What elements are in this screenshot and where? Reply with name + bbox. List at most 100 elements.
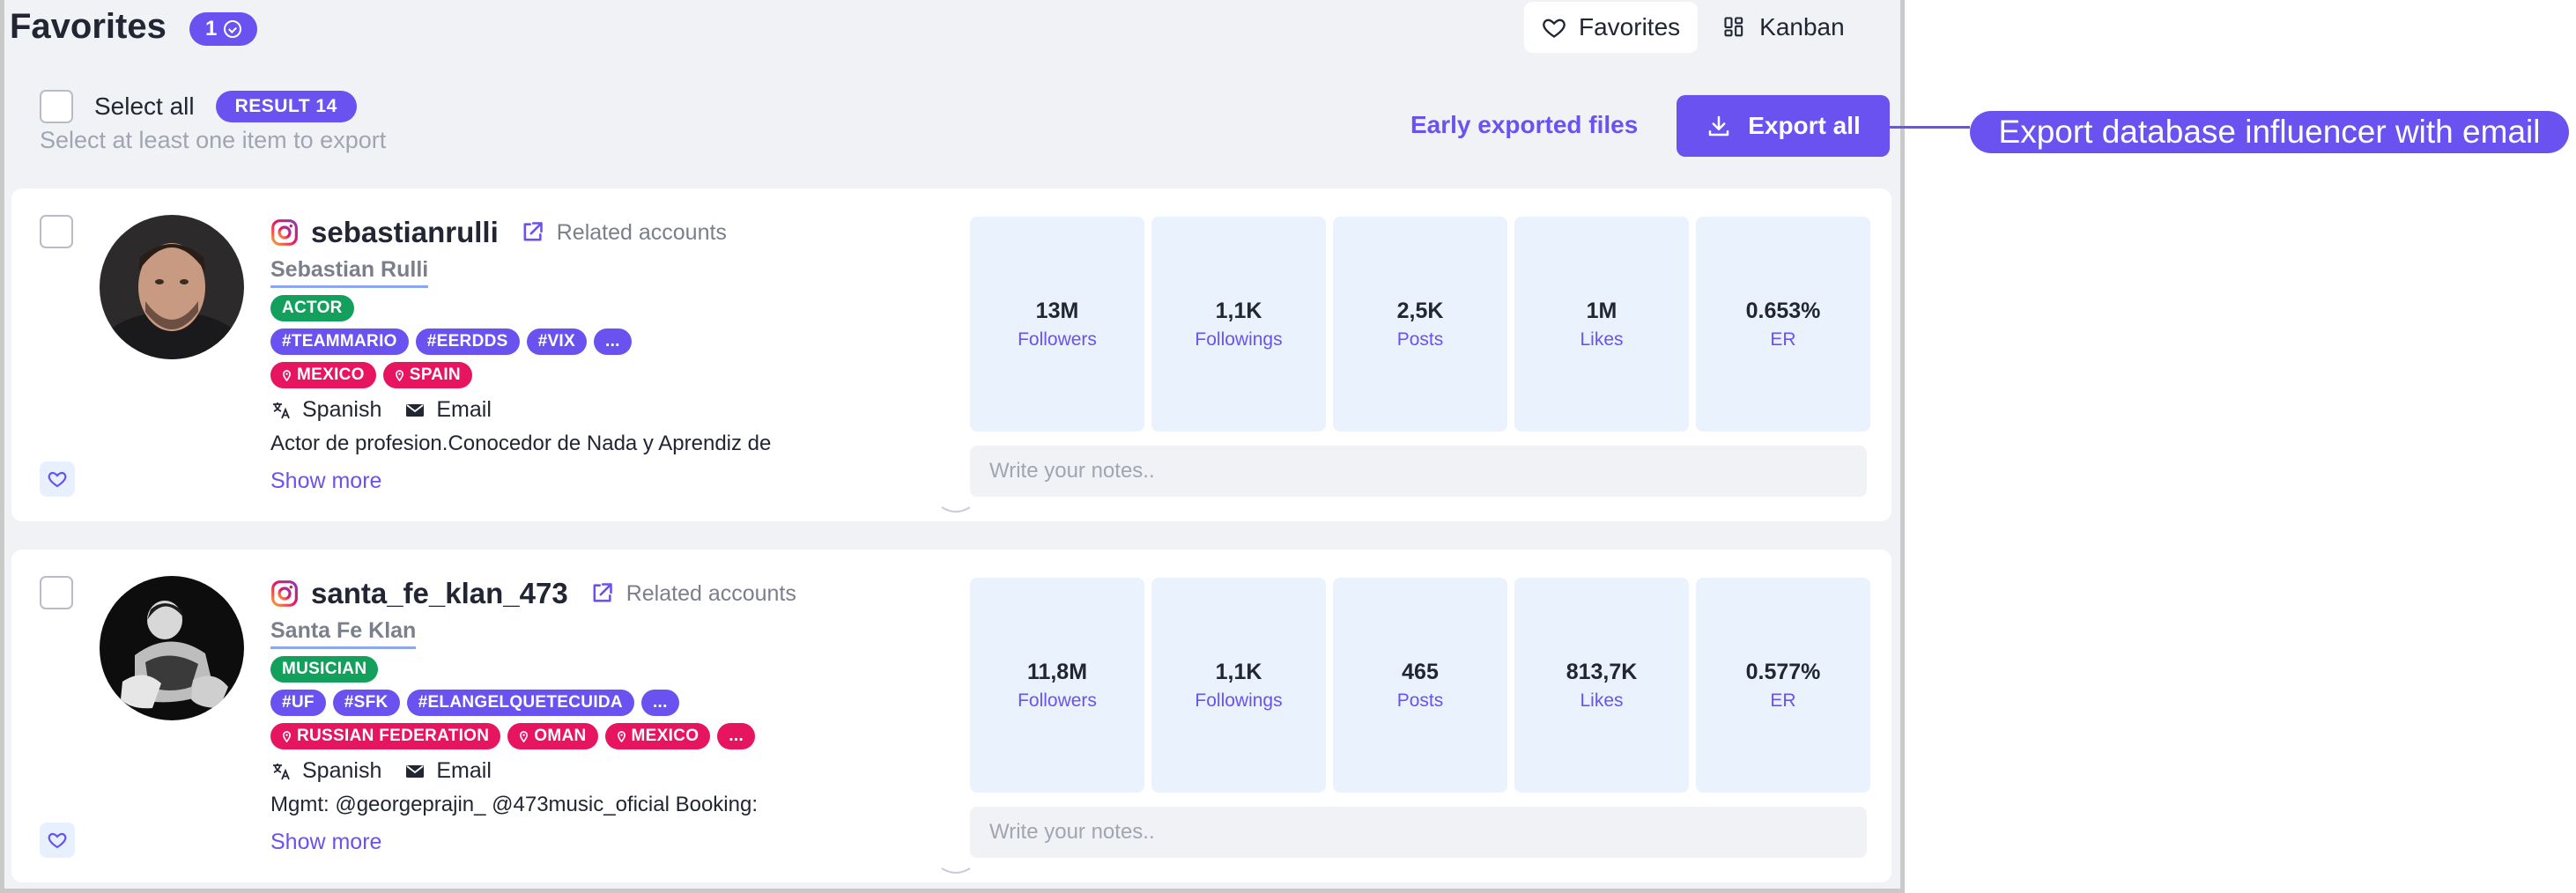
stat-value: 1,1K xyxy=(1215,298,1262,323)
select-all-checkbox[interactable] xyxy=(40,90,73,123)
stat-label: ER xyxy=(1770,690,1796,711)
location-tag: MEXICO xyxy=(270,362,376,388)
chevron-down-icon[interactable] xyxy=(938,504,973,518)
location-pin-icon xyxy=(520,730,529,742)
location-label: RUSSIAN FEDERATION xyxy=(297,727,490,745)
stat-likes: 1M Likes xyxy=(1514,217,1689,432)
bio-text: Mgmt: @georgeprajin_ @473music_oficial B… xyxy=(270,793,758,816)
callout-connector xyxy=(1885,126,1970,129)
location-label: MEXICO xyxy=(297,365,365,384)
stat-label: Followers xyxy=(1018,690,1097,711)
location-pin-icon xyxy=(617,730,625,742)
heart-icon xyxy=(48,832,67,849)
page-title: Favorites xyxy=(10,7,167,46)
category-tags: MUSICIAN xyxy=(270,656,940,683)
location-label: MEXICO xyxy=(631,727,700,745)
heart-icon xyxy=(1543,18,1566,38)
stat-er: 0.577% ER xyxy=(1696,578,1870,793)
stat-label: Followers xyxy=(1018,328,1097,350)
hashtag-tag: #UF xyxy=(270,690,326,716)
notes-input[interactable]: Write your notes.. xyxy=(970,446,1867,497)
card-checkbox[interactable] xyxy=(40,215,73,248)
location-tags: MEXICO SPAIN xyxy=(270,362,940,388)
location-tag: SPAIN xyxy=(382,362,472,388)
show-more-link[interactable]: Show more xyxy=(270,469,940,494)
kanban-icon xyxy=(1724,17,1743,37)
stat-label: Posts xyxy=(1396,690,1444,711)
email-icon xyxy=(406,764,425,778)
stat-label: Posts xyxy=(1396,328,1444,350)
card-checkbox[interactable] xyxy=(40,576,73,609)
location-label: SPAIN xyxy=(409,365,461,384)
view-switch: Favorites Kanban xyxy=(1524,2,1862,53)
stat-label: Followings xyxy=(1195,690,1283,711)
stat-label: Followings xyxy=(1195,328,1283,350)
more-hashtags-tag[interactable]: ... xyxy=(640,690,679,716)
favorites-view-button[interactable]: Favorites xyxy=(1524,2,1699,53)
stat-followings: 1,1K Followings xyxy=(1151,217,1326,432)
email-label: Email xyxy=(436,397,492,422)
select-all-label: Select all xyxy=(94,92,195,120)
notes-input[interactable]: Write your notes.. xyxy=(970,807,1867,858)
stat-followers: 13M Followers xyxy=(970,217,1144,432)
related-accounts-link[interactable]: Related accounts xyxy=(626,581,796,607)
early-exported-files-link[interactable]: Early exported files xyxy=(1410,111,1638,139)
select-all-row: Select all RESULT 14 xyxy=(40,90,357,123)
stat-value: 1M xyxy=(1586,298,1617,323)
hashtag-tag: #ELANGELQUETECUIDA xyxy=(406,690,634,716)
language-label: Spanish xyxy=(302,758,382,783)
kanban-view-button[interactable]: Kanban xyxy=(1705,2,1862,53)
more-hashtags-tag[interactable]: ... xyxy=(594,328,632,355)
export-all-button[interactable]: Export all xyxy=(1677,95,1890,157)
influencer-card: santa_fe_klan_473 Related accounts Santa… xyxy=(11,550,1891,882)
favorite-toggle[interactable] xyxy=(40,823,75,858)
avatar-image xyxy=(100,576,244,720)
stat-likes: 813,7K Likes xyxy=(1514,578,1689,793)
instagram-icon xyxy=(271,580,298,607)
stat-posts: 2,5K Posts xyxy=(1333,217,1507,432)
location-pin-icon xyxy=(283,730,291,742)
related-accounts-link[interactable]: Related accounts xyxy=(557,220,727,246)
favorites-panel: Favorites 1 Favorites Kanban Select all … xyxy=(0,0,1905,893)
username[interactable]: sebastianrulli xyxy=(311,216,499,249)
category-tags: ACTOR xyxy=(270,295,940,321)
hashtag-tag: #EERDDS xyxy=(415,328,520,355)
stat-label: Likes xyxy=(1580,328,1624,350)
username[interactable]: santa_fe_klan_473 xyxy=(311,577,568,610)
location-tags: RUSSIAN FEDERATION OMAN MEXICO ... xyxy=(270,723,940,749)
export-all-label: Export all xyxy=(1748,112,1861,139)
stat-value: 465 xyxy=(1402,659,1439,684)
chevron-down-icon[interactable] xyxy=(938,865,973,879)
stat-value: 13M xyxy=(1035,298,1079,323)
stat-value: 1,1K xyxy=(1215,659,1262,684)
external-link-icon[interactable] xyxy=(589,581,614,606)
category-tag: MUSICIAN xyxy=(270,656,379,683)
count-value: 1 xyxy=(205,17,218,41)
stat-value: 813,7K xyxy=(1566,659,1638,684)
stats-panel: 13M Followers 1,1K Followings 2,5K Posts 1M… xyxy=(970,217,1870,432)
email-icon xyxy=(406,403,425,417)
instagram-icon xyxy=(271,219,298,246)
avatar[interactable] xyxy=(100,576,244,720)
kanban-view-label: Kanban xyxy=(1759,13,1845,41)
stat-followings: 1,1K Followings xyxy=(1151,578,1326,793)
favorite-toggle[interactable] xyxy=(40,461,75,497)
favorites-count-badge[interactable]: 1 xyxy=(189,12,258,46)
external-link-icon[interactable] xyxy=(520,220,544,245)
hashtag-tags: #TEAMMARIO #EERDDS #VIX ... xyxy=(270,328,940,355)
language-email-row: Spanish Email xyxy=(270,397,940,423)
category-tag: ACTOR xyxy=(270,295,354,321)
hashtag-tags: #UF #SFK #ELANGELQUETECUIDA ... xyxy=(270,690,940,716)
full-name: Sebastian Rulli xyxy=(270,257,429,288)
chevron-circle-icon xyxy=(224,20,242,38)
more-locations-tag[interactable]: ... xyxy=(717,723,756,749)
stat-label: Likes xyxy=(1580,690,1624,711)
stat-posts: 465 Posts xyxy=(1333,578,1507,793)
show-more-link[interactable]: Show more xyxy=(270,830,940,855)
profile-info: santa_fe_klan_473 Related accounts Santa… xyxy=(270,574,940,855)
language-email-row: Spanish Email xyxy=(270,758,940,784)
result-count-badge: RESULT 14 xyxy=(215,91,357,122)
location-pin-icon xyxy=(395,369,403,381)
download-icon xyxy=(1708,115,1729,137)
avatar[interactable] xyxy=(100,215,244,359)
